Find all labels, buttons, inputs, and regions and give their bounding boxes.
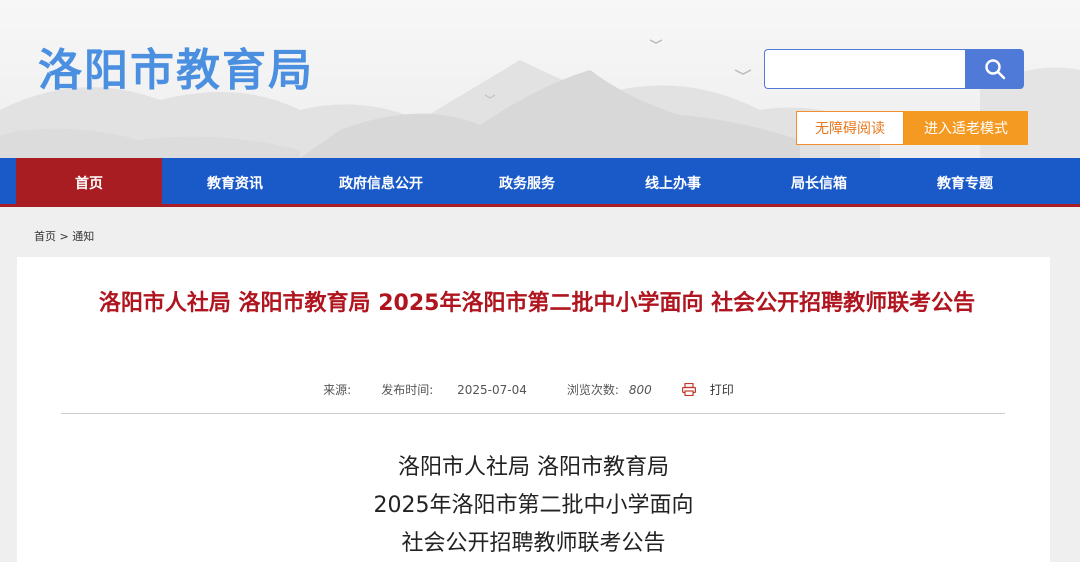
nav-item-education-news[interactable]: 教育资讯 <box>162 158 308 207</box>
publish-date: 2025-07-04 <box>457 383 527 397</box>
breadcrumb-separator: > <box>59 230 69 243</box>
printer-icon <box>681 383 696 396</box>
accessible-reading-button[interactable]: 无障碍阅读 <box>796 111 904 145</box>
site-title[interactable]: 洛阳市教育局 <box>38 34 314 98</box>
article-meta: 来源: 发布时间: 2025-07-04 浏览次数: 800 打印 <box>17 381 1050 398</box>
body-line: 洛阳市人社局 洛阳市教育局 <box>398 455 669 480</box>
source-label: 来源: <box>323 383 352 397</box>
views-label: 浏览次数: <box>566 383 619 397</box>
nav-item-gov-info[interactable]: 政府信息公开 <box>308 158 454 207</box>
views-group: 浏览次数: 800 <box>557 381 662 398</box>
print-button[interactable]: 打印 <box>681 381 744 398</box>
divider <box>61 413 1005 414</box>
search-icon <box>984 59 1005 80</box>
body-line: 2025年洛阳市第二批中小学面向 <box>373 493 694 518</box>
breadcrumb: 首页 > 通知 <box>34 228 94 244</box>
body-line: 社会公开招聘教师联考公告 <box>401 531 666 556</box>
breadcrumb-home[interactable]: 首页 <box>34 230 56 243</box>
elder-mode-button[interactable]: 进入适老模式 <box>904 111 1028 145</box>
main-nav: 首页 教育资讯 政府信息公开 政务服务 线上办事 局长信箱 教育专题 <box>0 158 1080 207</box>
search-button[interactable] <box>965 49 1024 89</box>
nav-item-home[interactable]: 首页 <box>16 158 162 207</box>
nav-item-director-mailbox[interactable]: 局长信箱 <box>746 158 892 207</box>
article-title: 洛阳市人社局 洛阳市教育局 2025年洛阳市第二批中小学面向 社会公开招聘教师联… <box>98 291 976 316</box>
nav-item-online-services[interactable]: 线上办事 <box>600 158 746 207</box>
site-header: 洛阳市教育局 无障碍阅读 进入适老模式 <box>0 0 1080 158</box>
views-count: 800 <box>628 383 652 397</box>
search-input[interactable] <box>764 49 966 89</box>
article-card: 洛阳市人社局 洛阳市教育局 2025年洛阳市第二批中小学面向 社会公开招聘教师联… <box>17 257 1050 562</box>
breadcrumb-current[interactable]: 通知 <box>72 230 94 243</box>
date-label-group: 发布时间: 2025-07-04 <box>371 381 537 398</box>
date-label: 发布时间: <box>381 383 434 397</box>
nav-item-gov-services[interactable]: 政务服务 <box>454 158 600 207</box>
article-body: 洛阳市人社局 洛阳市教育局 2025年洛阳市第二批中小学面向 社会公开招聘教师联… <box>17 449 1050 562</box>
print-label: 打印 <box>709 383 734 397</box>
nav-item-education-topics[interactable]: 教育专题 <box>892 158 1038 207</box>
